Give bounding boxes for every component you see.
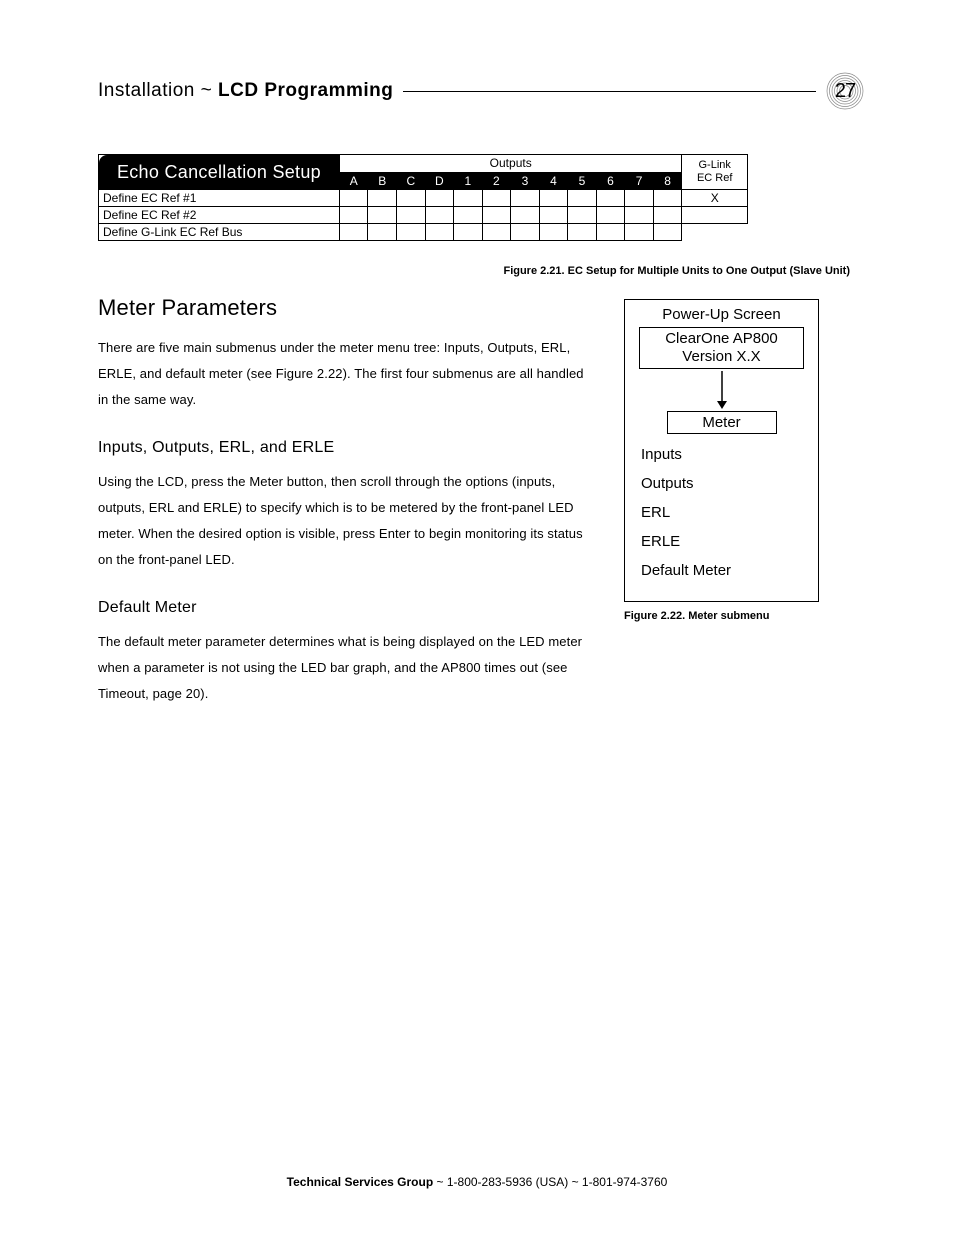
page-header: Installation ~ LCD Programming 27 xyxy=(98,72,864,110)
ec-figure-caption: Figure 2.21. EC Setup for Multiple Units… xyxy=(98,265,850,277)
ec-column-header: D xyxy=(425,172,454,190)
ec-cell xyxy=(539,190,568,207)
ec-cell xyxy=(368,190,397,207)
breadcrumb-section: Installation ~ xyxy=(98,80,218,101)
ec-cell xyxy=(368,224,397,241)
ec-cell xyxy=(596,224,625,241)
heading-meter-parameters: Meter Parameters xyxy=(98,295,596,321)
ec-cell xyxy=(539,224,568,241)
meter-figure-meter-box: Meter xyxy=(667,411,777,434)
meter-figure-title: Power-Up Screen xyxy=(639,306,804,323)
ec-cell xyxy=(482,190,511,207)
ec-cell xyxy=(568,207,597,224)
ec-row-label: Define G-Link EC Ref Bus xyxy=(99,224,340,241)
ec-glink-empty xyxy=(682,224,748,241)
para-inputs-outputs: Using the LCD, press the Meter button, t… xyxy=(98,469,596,573)
heading-default-meter: Default Meter xyxy=(98,599,596,617)
ec-column-header: 2 xyxy=(482,172,511,190)
ec-glink-cell: X xyxy=(682,190,748,207)
breadcrumb: Installation ~ LCD Programming xyxy=(98,80,403,102)
meter-figure-item: Outputs xyxy=(641,475,804,492)
ec-cell xyxy=(339,190,368,207)
ec-cell xyxy=(339,224,368,241)
ec-cell xyxy=(454,207,483,224)
ec-column-header: 5 xyxy=(568,172,597,190)
ec-cell xyxy=(511,224,540,241)
ec-cell xyxy=(425,190,454,207)
para-default-meter: The default meter parameter determines w… xyxy=(98,629,596,707)
ec-column-header: 4 xyxy=(539,172,568,190)
ec-column-header: 8 xyxy=(653,172,682,190)
header-divider xyxy=(403,91,816,92)
ec-cell xyxy=(625,224,654,241)
page-number: 27 xyxy=(835,80,855,103)
ec-glink-cell xyxy=(682,207,748,224)
footer-phones: ~ 1-800-283-5936 (USA) ~ 1-801-974-3760 xyxy=(433,1175,667,1189)
ec-column-header: A xyxy=(339,172,368,190)
ec-cell xyxy=(454,224,483,241)
meter-figure-item: ERLE xyxy=(641,533,804,550)
ec-column-header: 7 xyxy=(625,172,654,190)
ec-cell xyxy=(596,207,625,224)
ec-cell xyxy=(397,224,426,241)
ec-cell xyxy=(539,207,568,224)
ec-cell xyxy=(653,190,682,207)
meter-figure-item: Default Meter xyxy=(641,562,804,579)
ec-glink-header: G-Link EC Ref xyxy=(682,155,748,190)
ec-column-header: 1 xyxy=(454,172,483,190)
ec-cell xyxy=(482,224,511,241)
ec-cell xyxy=(511,190,540,207)
meter-figure-item: ERL xyxy=(641,504,804,521)
ec-row-label: Define EC Ref #1 xyxy=(99,190,340,207)
ec-cell xyxy=(454,190,483,207)
breadcrumb-page: LCD Programming xyxy=(218,80,393,101)
ec-column-header: 3 xyxy=(511,172,540,190)
ec-cell xyxy=(653,224,682,241)
ec-setup-table: Echo Cancellation Setup Outputs G-Link E… xyxy=(98,154,748,241)
ec-cell xyxy=(397,207,426,224)
page-footer: Technical Services Group ~ 1-800-283-593… xyxy=(0,1175,954,1189)
ec-cell xyxy=(482,207,511,224)
page-number-badge: 27 xyxy=(826,72,864,110)
meter-submenu-figure: Power-Up Screen ClearOne AP800 Version X… xyxy=(624,299,819,602)
ec-cell xyxy=(596,190,625,207)
ec-cell xyxy=(425,207,454,224)
meter-figure-device-box: ClearOne AP800 Version X.X xyxy=(639,327,804,369)
ec-table-title: Echo Cancellation Setup xyxy=(99,155,340,190)
ec-cell xyxy=(625,207,654,224)
meter-figure-caption: Figure 2.22. Meter submenu xyxy=(624,610,848,622)
para-meter-parameters: There are five main submenus under the m… xyxy=(98,335,596,413)
ec-column-header: B xyxy=(368,172,397,190)
heading-inputs-outputs: Inputs, Outputs, ERL, and ERLE xyxy=(98,439,596,457)
ec-cell xyxy=(653,207,682,224)
ec-cell xyxy=(425,224,454,241)
arrow-down-icon xyxy=(639,369,804,411)
ec-cell xyxy=(568,224,597,241)
ec-cell xyxy=(397,190,426,207)
ec-outputs-header: Outputs xyxy=(339,155,681,173)
ec-cell xyxy=(568,190,597,207)
ec-cell xyxy=(368,207,397,224)
ec-column-header: C xyxy=(397,172,426,190)
meter-figure-items: Inputs Outputs ERL ERLE Default Meter xyxy=(641,446,804,579)
meter-figure-item: Inputs xyxy=(641,446,804,463)
ec-cell xyxy=(339,207,368,224)
ec-column-header: 6 xyxy=(596,172,625,190)
ec-cell xyxy=(511,207,540,224)
ec-cell xyxy=(625,190,654,207)
footer-group: Technical Services Group xyxy=(287,1175,434,1189)
ec-row-label: Define EC Ref #2 xyxy=(99,207,340,224)
